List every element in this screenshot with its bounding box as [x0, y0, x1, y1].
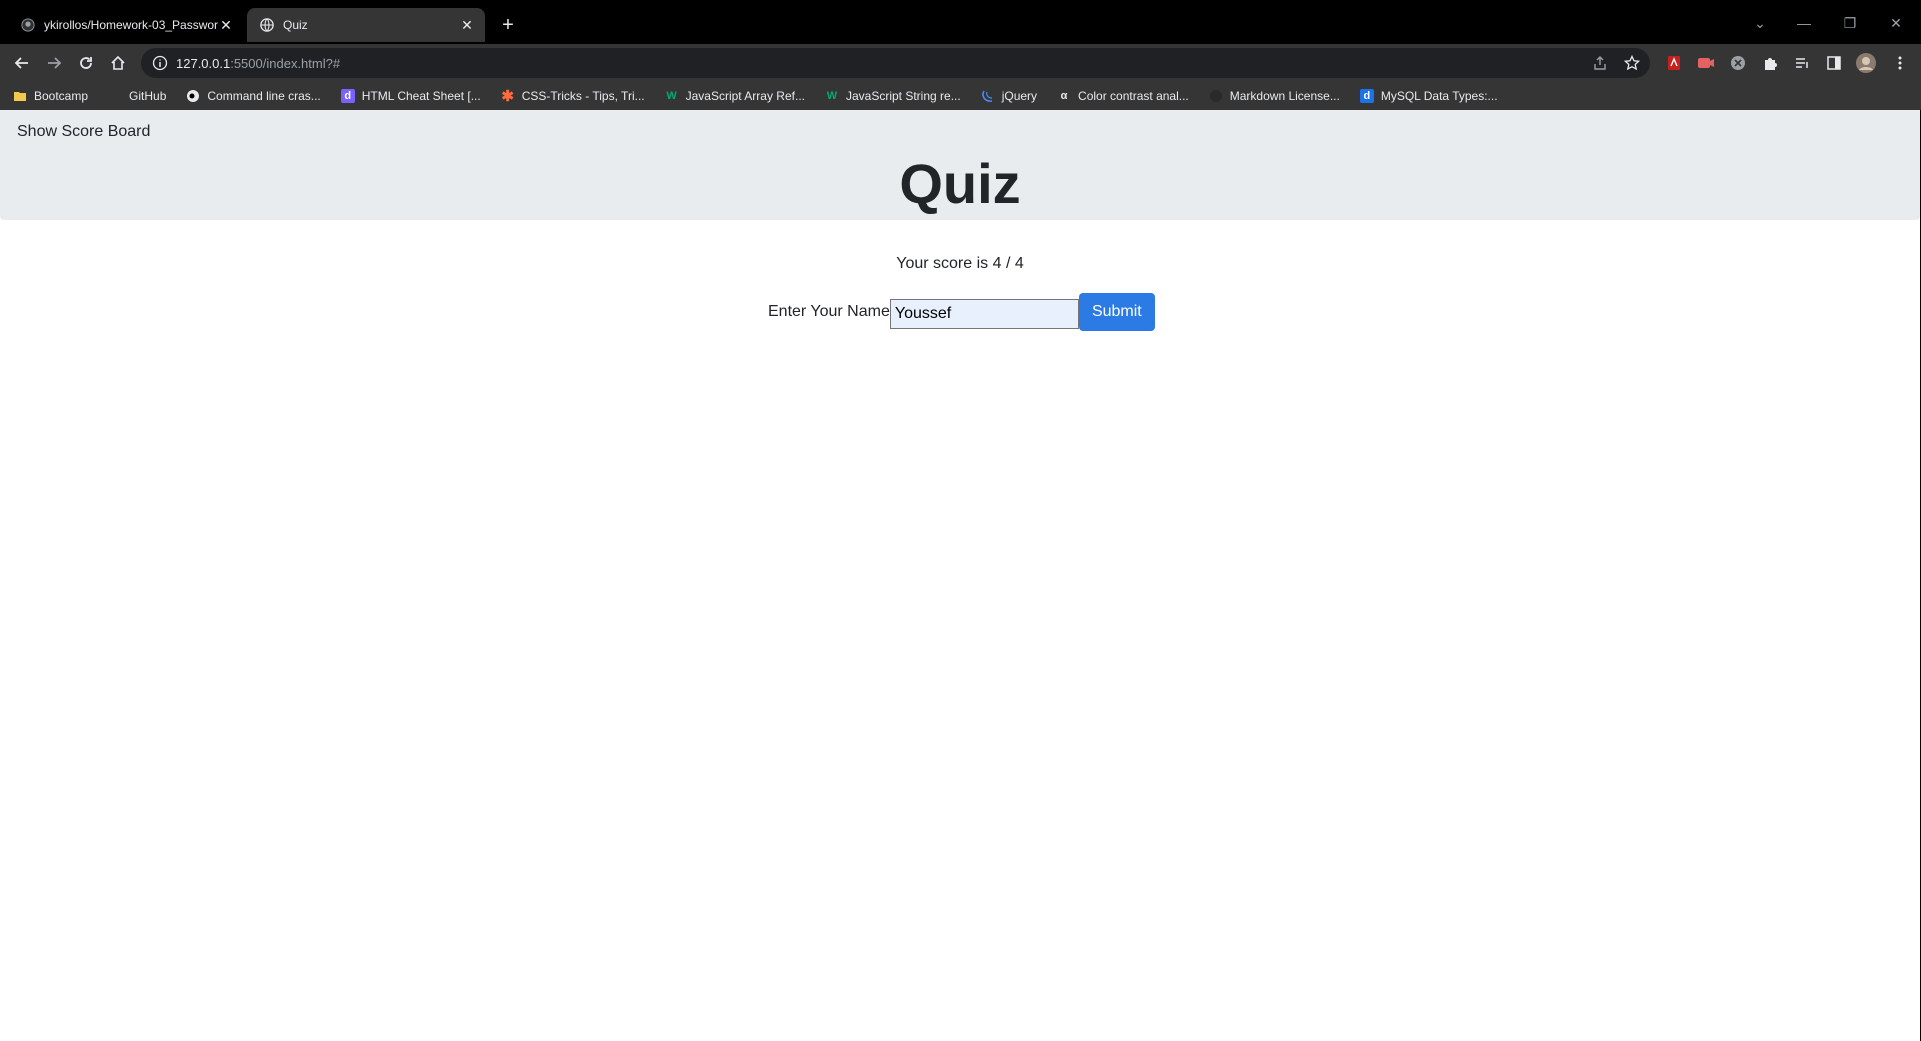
bookmark-item[interactable]: Command line cras... — [186, 85, 321, 107]
bookmark-item[interactable]: jQuery — [981, 85, 1037, 107]
home-icon[interactable] — [106, 51, 130, 75]
d-icon: d — [1359, 89, 1374, 103]
show-score-board-link[interactable]: Show Score Board — [17, 123, 150, 141]
bookmark-label: CSS-Tricks - Tips, Tri... — [521, 89, 645, 103]
bookmark-item[interactable]: d HTML Cheat Sheet [... — [340, 85, 481, 107]
markdown-icon — [1209, 89, 1223, 103]
bookmark-item[interactable]: α Color contrast anal... — [1057, 85, 1189, 107]
bookmark-item[interactable]: W JavaScript Array Ref... — [665, 85, 805, 107]
close-window-icon[interactable]: ✕ — [1878, 8, 1914, 38]
name-form: Enter Your Name Submit — [768, 292, 1155, 332]
bookmark-label: Color contrast anal... — [1078, 89, 1189, 103]
shield-extension-icon[interactable] — [1728, 53, 1748, 73]
bookmark-item[interactable]: GitHub — [108, 85, 166, 107]
bookmark-label: jQuery — [1001, 89, 1038, 103]
tab-quiz[interactable]: Quiz ✕ — [247, 8, 485, 42]
name-input[interactable] — [889, 298, 1079, 329]
submit-button[interactable]: Submit — [1078, 293, 1155, 331]
bookmark-label: Bootcamp — [34, 89, 89, 103]
url-path: :5500/index.html?# — [230, 55, 341, 71]
bookmark-label: JavaScript String re... — [845, 89, 961, 103]
back-icon[interactable] — [10, 51, 34, 75]
folder-icon — [13, 89, 27, 103]
extensions-puzzle-icon[interactable] — [1760, 53, 1780, 73]
w3-icon: W — [826, 90, 838, 102]
restore-icon[interactable]: ❐ — [1832, 8, 1868, 38]
jquery-icon — [981, 89, 995, 103]
w3-icon: W — [666, 90, 677, 102]
bookmark-label: Markdown License... — [1229, 89, 1340, 103]
info-icon[interactable] — [152, 55, 168, 71]
close-icon[interactable]: ✕ — [218, 17, 234, 33]
page-title: Quiz — [899, 152, 1021, 215]
bookmark-label: GitHub — [129, 89, 167, 103]
bookmark-item[interactable]: Bootcamp — [13, 85, 88, 107]
video-extension-icon[interactable] — [1696, 53, 1716, 73]
jumbotron-header: Show Score Board Quiz — [0, 110, 1920, 220]
asterisk-icon: ✱ — [501, 88, 514, 105]
new-tab-button[interactable]: + — [496, 15, 520, 36]
bookmark-label: HTML Cheat Sheet [... — [361, 89, 481, 103]
name-label: Enter Your Name — [768, 303, 890, 320]
address-bar[interactable]: 127.0.0.1:5500/index.html?# — [141, 48, 1650, 78]
bookmarks-bar: Bootcamp GitHub Command line cras... d HT… — [0, 82, 1921, 110]
bookmark-item[interactable]: Markdown License... — [1209, 85, 1340, 107]
menu-kebab-icon[interactable] — [1890, 53, 1910, 73]
forward-icon[interactable] — [42, 51, 66, 75]
bookmark-item[interactable]: W JavaScript String re... — [825, 85, 961, 107]
url-text: 127.0.0.1:5500/index.html?# — [176, 56, 340, 71]
close-icon[interactable]: ✕ — [459, 17, 475, 33]
globe-icon — [259, 17, 275, 33]
bookmark-label: Command line cras... — [207, 89, 321, 103]
bookmark-label: JavaScript Array Ref... — [685, 89, 805, 103]
tab-title: Quiz — [283, 18, 308, 32]
bookmark-label: MySQL Data Types:... — [1380, 89, 1498, 103]
terminal-icon — [186, 89, 200, 103]
github-icon — [20, 17, 36, 33]
contrast-icon: α — [1060, 90, 1068, 102]
tab-search-icon[interactable]: ⌄ — [1742, 8, 1778, 38]
bookmark-item[interactable]: d MySQL Data Types:... — [1359, 85, 1498, 107]
reload-icon[interactable] — [74, 51, 98, 75]
page-viewport: Show Score Board Quiz Your score is 4 / … — [0, 110, 1920, 1041]
share-icon[interactable] — [1592, 55, 1608, 71]
score-text: Your score is 4 / 4 — [896, 255, 1024, 272]
minimize-icon[interactable]: — — [1786, 8, 1822, 38]
browser-chrome: ykirollos/Homework-03_Passwor ✕ Quiz ✕ +… — [0, 0, 1921, 110]
toolbar: 127.0.0.1:5500/index.html?# — [0, 44, 1921, 82]
reading-list-icon[interactable] — [1792, 53, 1812, 73]
github-icon — [108, 89, 122, 103]
bookmark-item[interactable]: ✱ CSS-Tricks - Tips, Tri... — [501, 85, 645, 107]
avatar[interactable] — [1856, 53, 1876, 73]
bookmark-star-icon[interactable] — [1623, 54, 1641, 71]
tab-github[interactable]: ykirollos/Homework-03_Passwor ✕ — [8, 8, 244, 42]
pdf-extension-icon[interactable] — [1664, 53, 1684, 73]
url-host: 127.0.0.1 — [176, 55, 231, 71]
tab-title: ykirollos/Homework-03_Passwor — [44, 18, 218, 32]
d-icon: d — [340, 89, 355, 103]
tab-strip: ykirollos/Homework-03_Passwor ✕ Quiz ✕ +… — [0, 8, 1921, 42]
side-panel-icon[interactable] — [1824, 53, 1844, 73]
